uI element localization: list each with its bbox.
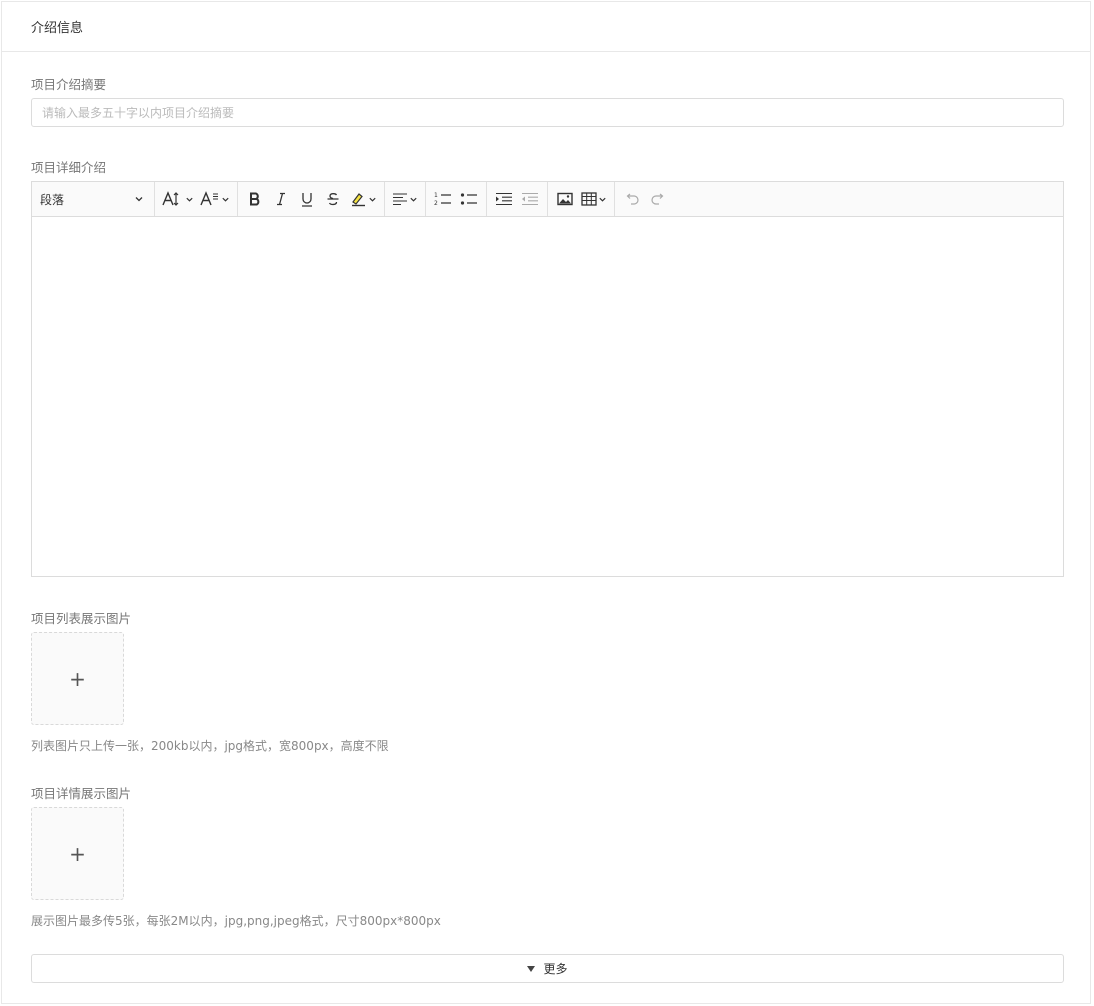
image-button[interactable]: [552, 186, 578, 212]
plus-icon: +: [69, 666, 86, 691]
paragraph-select[interactable]: 段落: [32, 182, 154, 216]
detail-image-upload[interactable]: +: [31, 807, 124, 900]
underline-button[interactable]: [294, 186, 320, 212]
bulleted-list-button[interactable]: [456, 186, 482, 212]
highlight-button[interactable]: [346, 186, 380, 212]
intro-card: 介绍信息 项目介绍摘要 项目详细介绍 段落: [1, 1, 1091, 1004]
align-icon: [393, 193, 407, 206]
list-image-label: 项目列表展示图片: [31, 611, 132, 626]
list-image-hint: 列表图片只上传一张，200kb以内，jpg格式，宽800px，高度不限: [31, 739, 389, 753]
chevron-down-icon: [599, 197, 606, 202]
chevron-down-icon: [186, 197, 193, 202]
editor-content-area[interactable]: [32, 217, 1063, 576]
redo-icon: [651, 193, 664, 205]
redo-button[interactable]: [645, 186, 671, 212]
toolbar-group-heading: 段落: [32, 182, 155, 216]
toolbar-group-history: [615, 182, 675, 216]
table-button[interactable]: [578, 186, 610, 212]
table-icon: [581, 192, 597, 206]
editor-toolbar: 段落 1 2: [32, 182, 1063, 217]
chevron-down-icon: [410, 197, 417, 202]
plus-icon: +: [69, 841, 86, 866]
italic-button[interactable]: [268, 186, 294, 212]
toolbar-group-indent: [487, 182, 548, 216]
indent-button[interactable]: [491, 186, 517, 212]
toolbar-group-insert: [548, 182, 615, 216]
font-size-icon: [162, 191, 179, 206]
font-size-button[interactable]: [159, 186, 197, 212]
align-button[interactable]: [389, 186, 421, 212]
outdent-button[interactable]: [517, 186, 543, 212]
italic-icon: [277, 192, 285, 206]
toolbar-group-format: [238, 182, 385, 216]
undo-icon: [626, 193, 639, 205]
chevron-down-icon: [222, 197, 229, 202]
paragraph-select-value: 段落: [40, 192, 65, 207]
toolbar-group-align: [385, 182, 426, 216]
detail-image-label: 项目详情展示图片: [31, 786, 132, 801]
highlight-icon: [352, 193, 365, 207]
line-height-icon: [200, 191, 218, 206]
line-height-button[interactable]: [197, 186, 233, 212]
list-image-upload[interactable]: +: [31, 632, 124, 725]
svg-text:1: 1: [434, 192, 438, 199]
strikethrough-icon: [327, 193, 339, 206]
toolbar-group-font: [155, 182, 238, 216]
undo-button[interactable]: [619, 186, 645, 212]
ordered-list-icon: 1 2: [434, 192, 451, 207]
underline-icon: [302, 192, 312, 207]
more-button-label: 更多: [543, 962, 568, 976]
chevron-down-icon: [369, 197, 376, 202]
outdent-icon: [522, 192, 538, 206]
image-icon: [557, 192, 573, 206]
svg-text:2: 2: [434, 200, 438, 207]
bold-icon: [250, 192, 260, 206]
toolbar-group-list: 1 2: [426, 182, 487, 216]
chevron-down-icon: [135, 197, 143, 202]
strikethrough-button[interactable]: [320, 186, 346, 212]
ordered-list-button[interactable]: 1 2: [430, 186, 456, 212]
summary-label: 项目介绍摘要: [31, 77, 107, 92]
caret-down-icon: [527, 965, 536, 972]
indent-icon: [496, 192, 512, 206]
detail-image-hint: 展示图片最多传5张，每张2M以内，jpg,png,jpeg格式，尺寸800px*…: [31, 914, 441, 928]
rich-text-editor: 段落 1 2: [31, 181, 1064, 577]
bold-button[interactable]: [242, 186, 268, 212]
summary-input[interactable]: [31, 98, 1064, 127]
section-title: 介绍信息: [31, 21, 84, 36]
more-button[interactable]: 更多: [31, 954, 1064, 983]
detail-label: 项目详细介绍: [31, 160, 107, 175]
bulleted-list-icon: [460, 193, 477, 205]
card-header: 介绍信息: [2, 2, 1090, 52]
